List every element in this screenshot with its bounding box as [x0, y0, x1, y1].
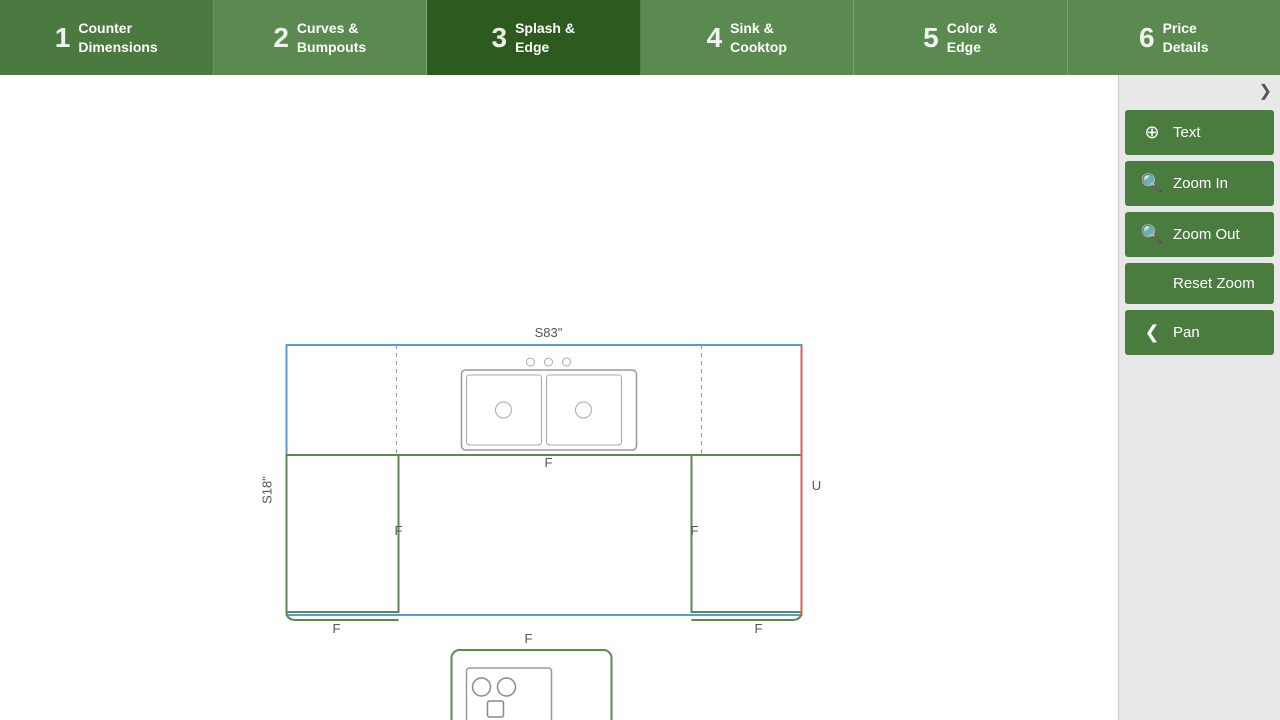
text-add-icon: ⊕ [1141, 122, 1163, 143]
step-5-color-edge[interactable]: 5 Color &Edge [854, 0, 1068, 75]
step-2-curves-bumpouts[interactable]: 2 Curves &Bumpouts [214, 0, 428, 75]
svg-text:F: F [545, 455, 553, 470]
svg-text:U: U [812, 478, 821, 493]
step-2-label: Curves &Bumpouts [297, 19, 366, 55]
zoom-in-label: Zoom In [1173, 175, 1228, 192]
step-3-label: Splash &Edge [515, 19, 575, 55]
step-5-label: Color &Edge [947, 19, 998, 55]
right-sidebar: ❯ ⊕ Text 🔍 Zoom In 🔍 Zoom Out Reset Zoom… [1118, 75, 1280, 720]
step-6-number: 6 [1139, 24, 1155, 52]
collapse-button[interactable]: ❯ [1259, 81, 1272, 101]
svg-text:F: F [395, 523, 403, 538]
step-1-label: CounterDimensions [78, 19, 157, 55]
zoom-out-icon: 🔍 [1141, 224, 1163, 245]
svg-text:F: F [525, 631, 533, 646]
step-1-number: 1 [55, 24, 71, 52]
zoom-out-button[interactable]: 🔍 Zoom Out [1125, 212, 1274, 257]
step-4-number: 4 [707, 24, 723, 52]
step-1-counter-dimensions[interactable]: 1 CounterDimensions [0, 0, 214, 75]
step-6-price-details[interactable]: 6 PriceDetails [1068, 0, 1280, 75]
step-3-number: 3 [492, 24, 508, 52]
svg-text:F: F [755, 621, 763, 636]
step-2-number: 2 [273, 24, 289, 52]
zoom-out-label: Zoom Out [1173, 226, 1240, 243]
pan-label: Pan [1173, 324, 1200, 341]
svg-text:S18": S18" [260, 476, 275, 504]
canvas-area[interactable]: F F F F F S83" S18" U F [0, 75, 1118, 720]
main-content: F F F F F S83" S18" U F [0, 75, 1280, 720]
step-6-label: PriceDetails [1163, 19, 1209, 55]
top-navigation: 1 CounterDimensions 2 Curves &Bumpouts 3… [0, 0, 1280, 75]
reset-zoom-button[interactable]: Reset Zoom [1125, 263, 1274, 304]
step-3-splash-edge[interactable]: 3 Splash &Edge [427, 0, 641, 75]
zoom-in-icon: 🔍 [1141, 173, 1163, 194]
pan-icon: ❮ [1141, 322, 1163, 343]
svg-text:F: F [691, 523, 699, 538]
sidebar-collapse-bar: ❯ [1119, 75, 1280, 107]
step-4-label: Sink &Cooktop [730, 19, 787, 55]
counter-diagram-svg: F F F F F S83" S18" U F [0, 75, 1118, 720]
svg-text:F: F [333, 621, 341, 636]
step-5-number: 5 [923, 24, 939, 52]
text-button[interactable]: ⊕ Text [1125, 110, 1274, 155]
text-button-label: Text [1173, 124, 1201, 141]
svg-text:S83": S83" [535, 325, 563, 340]
zoom-in-button[interactable]: 🔍 Zoom In [1125, 161, 1274, 206]
pan-button[interactable]: ❮ Pan [1125, 310, 1274, 355]
step-4-sink-cooktop[interactable]: 4 Sink &Cooktop [641, 0, 855, 75]
reset-zoom-label: Reset Zoom [1173, 275, 1255, 292]
